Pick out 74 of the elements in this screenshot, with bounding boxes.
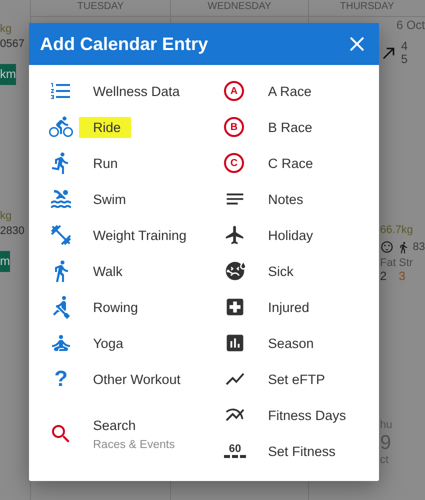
item-label: Fitness Days (268, 408, 346, 422)
item-label: Set eFTP (268, 372, 326, 386)
menu-item[interactable]: Wellness Data (29, 73, 204, 109)
race-badge-icon: C (224, 153, 244, 173)
weight-value: 66.7kg (380, 224, 414, 237)
swimmer-icon (49, 187, 73, 211)
item-label: Injured (268, 300, 310, 314)
sick-face-icon (224, 260, 246, 282)
item-label: Wellness Data (93, 84, 180, 98)
menu-item[interactable]: Injured (204, 289, 379, 325)
menu-item[interactable]: Fitness Days (204, 397, 379, 433)
item-label: Swim (93, 192, 126, 206)
menu-item[interactable]: B B Race (204, 109, 379, 145)
menu-item[interactable]: Walk (29, 253, 204, 289)
item-label: A Race (268, 84, 312, 98)
day-header: THURSDAY (309, 0, 425, 17)
bar-chart-icon (224, 332, 246, 354)
item-label: B Race (268, 120, 312, 134)
day-header: TUESDAY (31, 0, 170, 17)
menu-item[interactable]: ? Other Workout (29, 361, 204, 397)
day-header: WEDNESDAY (171, 0, 308, 17)
menu-item[interactable]: Search Races & Events (29, 409, 204, 459)
item-label: C Race (268, 156, 314, 170)
date-label: 6 Oct (396, 19, 425, 32)
calendar-text: kg (0, 209, 12, 224)
metric-label: Fat (380, 257, 396, 270)
menu-item[interactable]: Run (29, 145, 204, 181)
menu-item[interactable]: Yoga (29, 325, 204, 361)
metric-value: 3 (398, 270, 406, 283)
menu-item[interactable]: Weight Training (29, 217, 204, 253)
item-label: Ride (79, 116, 131, 138)
bicycle-icon (49, 115, 73, 139)
calendar-text: 2830 (0, 224, 24, 239)
menu-item[interactable]: Ride (29, 109, 204, 145)
metric-value: 2 (380, 270, 387, 283)
question-icon: ? (49, 366, 73, 392)
item-label: Yoga (93, 336, 124, 350)
item-label: Season (268, 336, 314, 350)
item-label: Walk (93, 264, 122, 278)
menu-item[interactable]: Season (204, 325, 379, 361)
item-label: Rowing (93, 300, 138, 314)
form-value: 5 (401, 53, 408, 66)
calendar-text: 0567 (0, 37, 24, 52)
metric-label: Str (398, 257, 413, 270)
menu-item[interactable]: A A Race (204, 73, 379, 109)
dumbbell-icon (49, 223, 73, 247)
steps-value: 83 (412, 240, 425, 254)
menu-item[interactable]: Holiday (204, 217, 379, 253)
activity-bar: km (0, 64, 16, 85)
item-label: Run (93, 156, 118, 170)
race-badge-icon: B (224, 117, 244, 137)
form-value: 4 (401, 40, 408, 53)
item-label: Other Workout (93, 372, 181, 386)
menu-item[interactable]: 60 Set Fitness (204, 433, 379, 469)
item-label: Notes (268, 192, 304, 206)
menu-item[interactable]: Notes (204, 181, 379, 217)
menu-item[interactable]: Rowing (29, 289, 204, 325)
race-badge-icon: A (224, 81, 244, 101)
activity-bar: m (0, 251, 10, 272)
smiley-icon (380, 240, 394, 254)
item-label: Weight Training (93, 228, 187, 242)
item-label: Set Fitness (268, 444, 336, 458)
dialog-title: Add Calendar Entry (40, 34, 208, 54)
item-label: Sick (268, 264, 294, 278)
item-sublabel: Races & Events (93, 438, 175, 450)
menu-item[interactable]: Sick (204, 253, 379, 289)
item-label: Holiday (268, 228, 314, 242)
menu-item[interactable]: Set eFTP (204, 361, 379, 397)
item-label: Search (93, 418, 137, 432)
airplane-icon (224, 224, 246, 246)
menu-item[interactable]: Swim (29, 181, 204, 217)
calendar-text: kg (0, 22, 12, 37)
menu-item[interactable]: C C Race (204, 145, 379, 181)
medical-cross-icon (224, 296, 246, 318)
